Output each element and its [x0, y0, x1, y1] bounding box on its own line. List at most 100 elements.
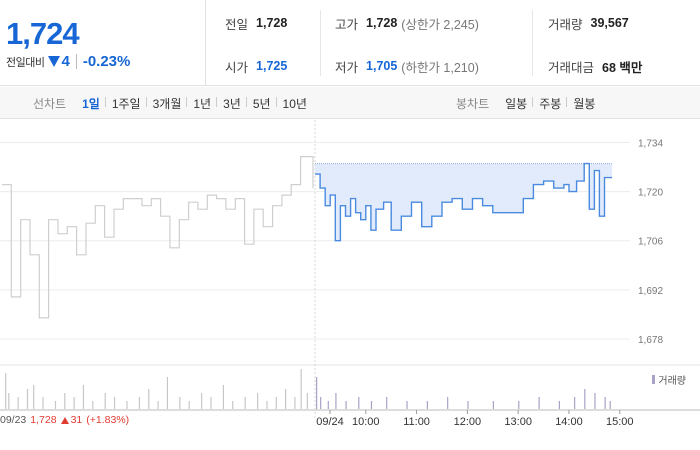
low-cell: 저가 1,705 (하한가 1,210)	[335, 56, 479, 76]
volume-bar	[518, 401, 520, 409]
x-tick-label: 09/24	[316, 416, 344, 428]
volume-bar	[574, 397, 576, 409]
tab-10years[interactable]: 10년	[275, 95, 313, 112]
volume-bar	[294, 397, 296, 409]
down-triangle-icon	[48, 56, 61, 67]
volume-bar	[609, 401, 611, 409]
volume-bar	[306, 393, 308, 409]
volume-bar	[17, 397, 19, 409]
amount-value: 68 백만	[602, 60, 643, 75]
volume-bar	[345, 401, 347, 409]
volume-legend-label: 거래량	[658, 376, 686, 387]
volume-bar	[92, 401, 94, 409]
volume-bar	[179, 397, 181, 409]
upper-limit: (상한가 2,245)	[401, 17, 479, 32]
volume-bar	[126, 401, 128, 409]
amount-label: 거래대금	[548, 60, 595, 75]
x-tick-label: 11:00	[403, 416, 430, 428]
volume-bar	[210, 397, 212, 409]
volume-bar	[188, 401, 190, 409]
volume-bar	[370, 401, 373, 409]
volume-bar	[82, 385, 85, 409]
volume-bar	[54, 401, 57, 409]
tab-daily-candle[interactable]: 일봉	[499, 95, 533, 112]
volume-bar	[604, 397, 606, 409]
high-label: 고가	[335, 17, 359, 32]
price-summary: 1,724 전일대비 4 -0.23%	[0, 0, 206, 86]
up-triangle-icon	[60, 416, 69, 424]
tab-1year[interactable]: 1년	[186, 95, 217, 112]
prev-day-series-line	[2, 156, 314, 319]
line-chart-label: 선차트	[33, 96, 67, 111]
open-label: 시가	[225, 60, 249, 75]
prev-day-date: 09/23	[0, 414, 27, 426]
y-tick-label: 1,720	[638, 188, 663, 199]
chart-period-tabbar: 선차트 1일 1주일 3개월 1년 3년 5년 10년 봉차트 일봉 주봉 월봉	[0, 87, 700, 119]
today-fill-area	[315, 163, 613, 241]
volume-bar	[316, 377, 318, 409]
change-rate: -0.23%	[82, 53, 131, 70]
info-divider	[320, 10, 321, 76]
x-tick-label: 14:00	[555, 416, 583, 428]
volume-bar	[358, 397, 360, 409]
prev-day-change-rate: (+1.83%)	[86, 414, 130, 426]
tab-3years[interactable]: 3년	[216, 95, 247, 112]
volume-bar	[426, 401, 428, 409]
x-tick-label: 12:00	[454, 416, 482, 428]
x-tick-label: 15:00	[606, 416, 634, 428]
high-cell: 고가 1,728 (상한가 2,245)	[335, 13, 479, 33]
tab-5years[interactable]: 5년	[245, 95, 277, 112]
volume-bar	[266, 401, 268, 409]
current-price: 1,724	[6, 16, 80, 51]
volume-value: 39,567	[590, 16, 629, 30]
change-row: 전일대비 4 -0.23%	[6, 53, 130, 70]
volume-bar	[157, 401, 159, 409]
volume-bar	[275, 397, 277, 409]
y-tick-label: 1,734	[638, 139, 663, 150]
volume-bar	[335, 393, 337, 409]
volume-bar	[5, 373, 7, 409]
quote-header: 1,724 전일대비 4 -0.23% 전일 1,728 시가 1,725 고가…	[0, 0, 700, 86]
tab-3months[interactable]: 3개월	[145, 95, 188, 112]
volume-bar	[64, 393, 66, 409]
y-tick-label: 1,692	[638, 286, 663, 297]
volume-bar	[327, 401, 329, 409]
volume-bar	[201, 393, 203, 409]
volume-bar	[148, 389, 150, 409]
low-value: 1,705	[366, 59, 398, 73]
volume-label: 거래량	[548, 17, 583, 32]
volume-bar	[26, 389, 29, 409]
high-value: 1,728	[366, 16, 398, 30]
candle-chart-tabs: 봉차트 일봉 주봉 월봉	[456, 87, 601, 119]
lower-limit: (하한가 1,210)	[401, 60, 479, 75]
volume-bar	[386, 397, 388, 409]
volume-bar	[138, 397, 141, 409]
candle-chart-label: 봉차트	[456, 96, 490, 111]
line-chart-tabs: 선차트 1일 1주일 3개월 1년 3년 5년 10년	[33, 87, 313, 119]
open-cell: 시가 1,725	[225, 56, 287, 76]
volume-bar	[558, 401, 561, 409]
change-divider	[75, 54, 77, 69]
volume-bar	[285, 389, 287, 409]
open-value: 1,725	[256, 59, 288, 73]
volume-bar	[73, 397, 75, 409]
volume-bar	[232, 401, 234, 409]
volume-bar	[166, 377, 169, 409]
tab-weekly-candle[interactable]: 주봉	[532, 95, 567, 112]
price-chart: 1,734 1,720 1,706 1,692 1,678 09/24 10:00 11:00…	[0, 120, 700, 450]
volume-legend: 거래량	[652, 372, 686, 387]
x-tick-label: 13:00	[504, 416, 532, 428]
tab-monthly-candle[interactable]: 월봉	[566, 95, 601, 112]
prev-close-label: 전일	[225, 17, 249, 32]
prev-day-change: 31	[70, 414, 83, 426]
prev-day-summary: 09/23 1,728 31 (+1.83%)	[0, 414, 129, 426]
volume-bar	[104, 393, 106, 409]
tab-1day[interactable]: 1일	[76, 95, 106, 112]
volume-bar	[594, 393, 596, 409]
volume-bar	[8, 393, 10, 409]
tab-1week[interactable]: 1주일	[104, 95, 147, 112]
y-tick-label: 1,706	[638, 237, 663, 248]
volume-bar	[447, 397, 449, 409]
prev-close-cell: 전일 1,728	[225, 13, 287, 33]
prev-close-value: 1,728	[256, 16, 288, 30]
